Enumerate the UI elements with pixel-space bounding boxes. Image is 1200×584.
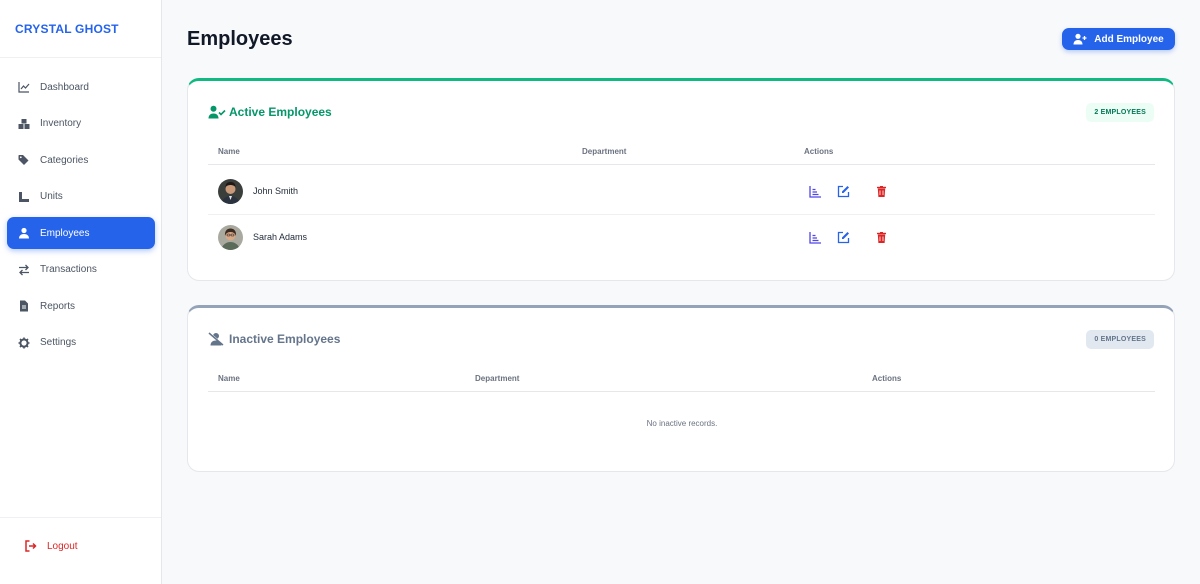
sidebar-item-transactions[interactable]: Transactions bbox=[7, 254, 155, 286]
avatar bbox=[218, 225, 243, 250]
edit-icon[interactable] bbox=[837, 231, 850, 244]
employee-count-badge: 2 EMPLOYEES bbox=[1086, 103, 1154, 122]
table-row: John Smith bbox=[208, 169, 1155, 215]
logout-label: Logout bbox=[47, 540, 78, 552]
sidebar-item-categories[interactable]: Categories bbox=[7, 144, 155, 176]
tags-icon bbox=[18, 154, 30, 166]
sidebar-item-label: Transactions bbox=[40, 264, 97, 275]
brand-logo[interactable]: CRYSTAL GHOST bbox=[15, 22, 119, 36]
chart-line-icon bbox=[18, 81, 30, 93]
divider bbox=[0, 57, 161, 58]
section-title-label: Active Employees bbox=[229, 105, 332, 119]
logout-button[interactable]: Logout bbox=[25, 540, 78, 552]
avatar bbox=[218, 179, 243, 204]
column-header-name: Name bbox=[218, 147, 240, 156]
column-header-name: Name bbox=[218, 374, 240, 383]
employee-name[interactable]: John Smith bbox=[253, 186, 298, 196]
sidebar-item-label: Dashboard bbox=[40, 81, 89, 93]
inactive-employees-card: Inactive Employees 0 EMPLOYEES Name Depa… bbox=[187, 305, 1175, 472]
sidebar: CRYSTAL GHOST Dashboard Inventory Catego… bbox=[0, 0, 162, 584]
stats-icon[interactable] bbox=[809, 231, 822, 244]
file-icon bbox=[18, 300, 30, 312]
sidebar-item-inventory[interactable]: Inventory bbox=[7, 108, 155, 140]
user-check-icon bbox=[208, 105, 226, 119]
exchange-icon bbox=[18, 264, 30, 276]
add-employee-button[interactable]: Add Employee bbox=[1062, 28, 1175, 50]
add-employee-label: Add Employee bbox=[1094, 33, 1164, 45]
table-row: Sarah Adams bbox=[208, 215, 1155, 261]
sidebar-item-label: Inventory bbox=[40, 118, 82, 129]
user-plus-icon bbox=[1073, 33, 1087, 45]
column-header-actions: Actions bbox=[804, 147, 834, 156]
delete-icon[interactable] bbox=[875, 185, 888, 198]
sidebar-item-label: Settings bbox=[40, 337, 77, 348]
stats-icon[interactable] bbox=[809, 185, 822, 198]
sidebar-item-label: Units bbox=[40, 191, 63, 202]
divider bbox=[0, 517, 161, 518]
table-header: Name Department Actions bbox=[208, 139, 1155, 165]
ruler-icon bbox=[18, 191, 30, 203]
sidebar-item-label: Employees bbox=[40, 227, 90, 239]
sidebar-item-reports[interactable]: Reports bbox=[7, 290, 155, 322]
empty-state-message: No inactive records. bbox=[646, 419, 718, 428]
sidebar-item-employees[interactable]: Employees bbox=[7, 217, 155, 249]
column-header-department: Department bbox=[582, 147, 627, 156]
logout-icon bbox=[25, 540, 37, 552]
sidebar-item-label: Reports bbox=[40, 300, 76, 312]
page-title: Employees bbox=[187, 28, 293, 50]
section-title-label: Inactive Employees bbox=[229, 332, 341, 346]
sidebar-item-settings[interactable]: Settings bbox=[7, 327, 155, 359]
user-icon bbox=[18, 227, 30, 239]
employee-count-badge: 0 EMPLOYEES bbox=[1086, 330, 1154, 349]
boxes-icon bbox=[18, 118, 30, 130]
delete-icon[interactable] bbox=[875, 231, 888, 244]
column-header-actions: Actions bbox=[872, 374, 902, 383]
gear-icon bbox=[18, 337, 30, 349]
active-employees-card: Active Employees 2 EMPLOYEES Name Depart… bbox=[187, 78, 1175, 281]
sidebar-item-label: Categories bbox=[40, 154, 89, 166]
sidebar-nav: Dashboard Inventory Categories Units Emp… bbox=[7, 71, 155, 363]
edit-icon[interactable] bbox=[837, 185, 850, 198]
sidebar-item-dashboard[interactable]: Dashboard bbox=[7, 71, 155, 103]
user-slash-icon bbox=[208, 332, 226, 346]
employee-name[interactable]: Sarah Adams bbox=[253, 232, 307, 242]
column-header-department: Department bbox=[475, 374, 520, 383]
inactive-employees-title: Inactive Employees bbox=[208, 332, 340, 346]
sidebar-item-units[interactable]: Units bbox=[7, 181, 155, 213]
table-header: Name Department Actions bbox=[208, 366, 1155, 392]
active-employees-title: Active Employees bbox=[208, 105, 332, 119]
